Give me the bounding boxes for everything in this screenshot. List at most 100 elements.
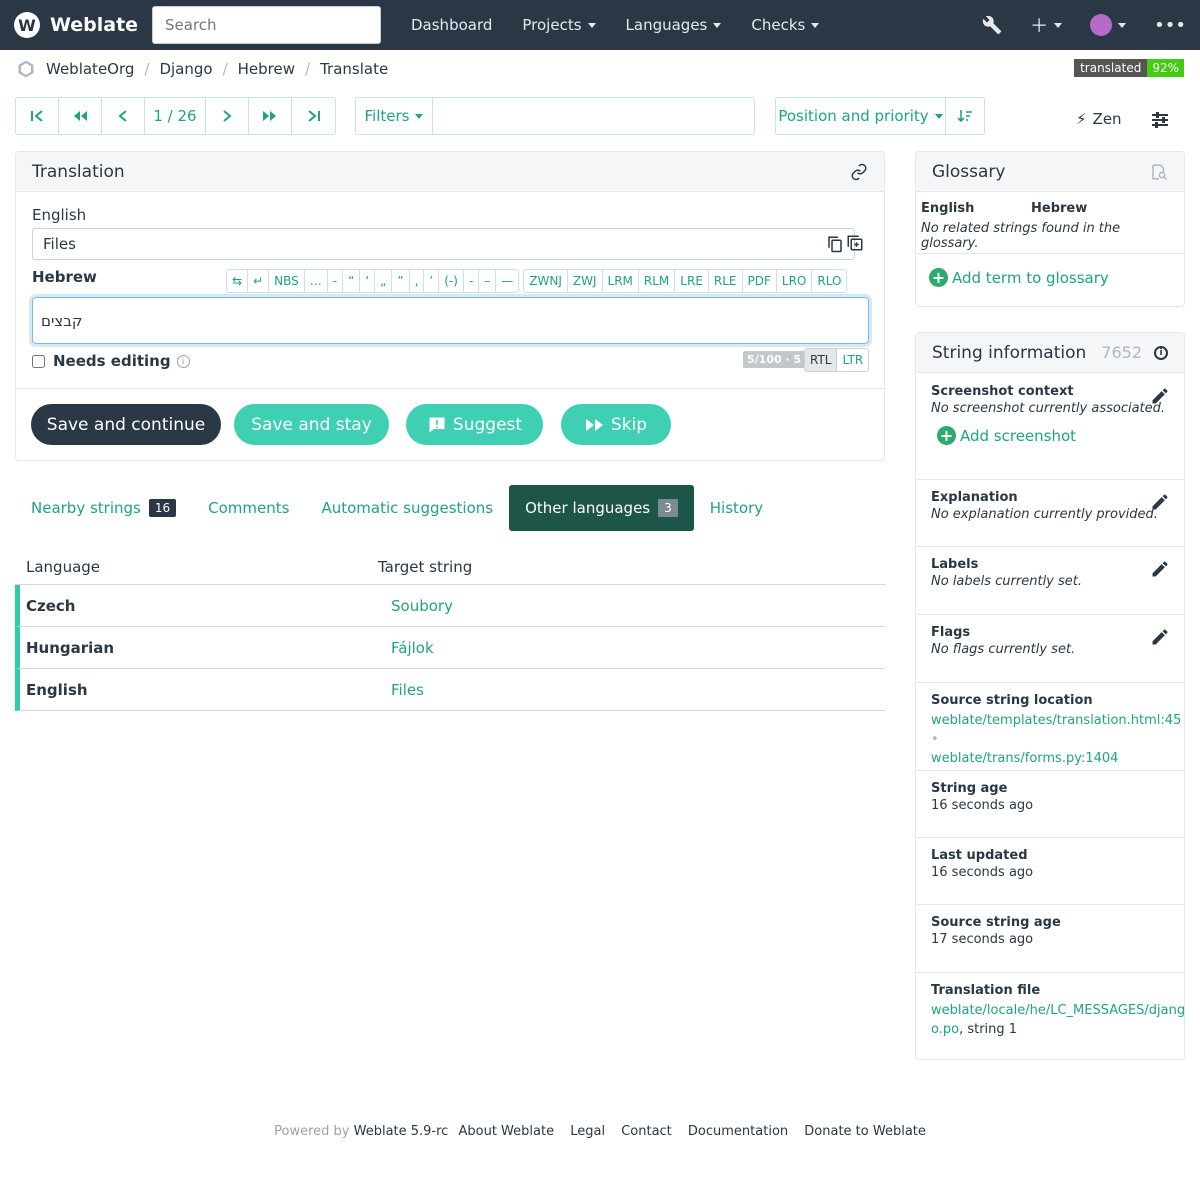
- tab-automatic-suggestions[interactable]: Automatic suggestions: [305, 485, 509, 531]
- nav-projects[interactable]: Projects: [507, 16, 610, 34]
- special-char-button[interactable]: LRO: [777, 270, 813, 292]
- special-char-button[interactable]: LRM: [603, 270, 639, 292]
- special-char-button[interactable]: …: [305, 270, 328, 292]
- glossary-search-icon[interactable]: [1150, 163, 1168, 181]
- settings-sliders-icon[interactable]: [1150, 110, 1170, 134]
- string-age-value: 16 seconds ago: [931, 798, 1034, 813]
- special-char-button[interactable]: ’: [424, 270, 440, 292]
- save-and-continue-button[interactable]: Save and continue: [31, 404, 221, 445]
- source-location-link[interactable]: weblate/templates/translation.html:45: [931, 713, 1181, 728]
- breadcrumb-org[interactable]: WeblateOrg: [46, 60, 134, 78]
- edit-screenshot-pencil-icon[interactable]: [1150, 386, 1170, 410]
- special-char-button[interactable]: ‘: [360, 270, 376, 292]
- needs-editing-checkbox[interactable]: Needs editing i: [32, 352, 190, 370]
- save-and-stay-button[interactable]: Save and stay: [234, 404, 389, 445]
- special-char-button[interactable]: LRE: [675, 270, 709, 292]
- edit-explanation-pencil-icon[interactable]: [1150, 492, 1170, 516]
- nav-checks[interactable]: Checks: [736, 16, 834, 34]
- edit-labels-pencil-icon[interactable]: [1150, 559, 1170, 583]
- add-screenshot-link[interactable]: + Add screenshot: [937, 426, 1169, 445]
- filters-dropdown[interactable]: Filters: [356, 98, 433, 134]
- special-char-button[interactable]: ZWNJ: [524, 270, 568, 292]
- footer-about-link[interactable]: About Weblate: [458, 1124, 554, 1139]
- tab-nearby-strings[interactable]: Nearby strings 16: [15, 485, 192, 531]
- avatar: [1090, 14, 1113, 36]
- previous-string-button[interactable]: [102, 98, 145, 134]
- needs-editing-input[interactable]: [32, 354, 45, 368]
- previous-page-button[interactable]: [59, 98, 102, 134]
- special-char-button[interactable]: ZWJ: [568, 270, 603, 292]
- tab-count-badge: 3: [658, 499, 678, 517]
- special-char-button[interactable]: ↵: [248, 270, 270, 292]
- user-menu[interactable]: [1090, 14, 1127, 36]
- special-char-button[interactable]: ⇆: [227, 270, 249, 292]
- rtl-button[interactable]: RTL: [805, 349, 838, 371]
- tab-history[interactable]: History: [694, 485, 779, 531]
- breadcrumb-language[interactable]: Hebrew: [238, 60, 295, 78]
- translation-textarea[interactable]: קבצים: [32, 297, 869, 344]
- add-term-to-glossary-link[interactable]: + Add term to glossary: [929, 268, 1171, 287]
- special-char-button[interactable]: RLM: [639, 270, 676, 292]
- footer-donate-link[interactable]: Donate to Weblate: [804, 1124, 926, 1139]
- tab-comments[interactable]: Comments: [192, 485, 305, 531]
- link-icon[interactable]: [850, 163, 868, 181]
- next-string-button[interactable]: [206, 98, 249, 134]
- sort-dropdown[interactable]: Position and priority: [776, 98, 946, 134]
- footer-documentation-link[interactable]: Documentation: [688, 1124, 788, 1139]
- special-char-button[interactable]: ‚: [410, 270, 425, 292]
- special-char-button[interactable]: -: [464, 270, 480, 292]
- zen-label: Zen: [1092, 110, 1122, 128]
- row-target-link[interactable]: Fájlok: [377, 639, 434, 657]
- footer-contact-link[interactable]: Contact: [621, 1124, 672, 1139]
- clone-source-icon[interactable]: [846, 234, 864, 256]
- footer-version-link[interactable]: Weblate 5.9-rc: [354, 1124, 449, 1139]
- special-char-button[interactable]: “: [343, 270, 361, 292]
- next-page-button[interactable]: [249, 98, 292, 134]
- other-languages-table: Language Target string Czech Soubory Hun…: [15, 550, 885, 711]
- row-target-link[interactable]: Files: [377, 681, 424, 699]
- last-string-button[interactable]: [292, 98, 335, 134]
- breadcrumb-component[interactable]: Django: [159, 60, 212, 78]
- tab-other-languages[interactable]: Other languages 3: [509, 485, 694, 531]
- special-char-button[interactable]: „: [375, 270, 393, 292]
- special-char-button[interactable]: ”: [392, 270, 410, 292]
- special-char-button[interactable]: RLO: [812, 270, 846, 292]
- nav-languages[interactable]: Languages: [611, 16, 737, 34]
- zen-mode-button[interactable]: ⚡ Zen: [1076, 110, 1122, 128]
- search-input[interactable]: [152, 6, 381, 44]
- wrench-icon[interactable]: [982, 15, 1002, 35]
- special-char-button[interactable]: –: [479, 270, 497, 292]
- suggest-label: Suggest: [452, 414, 523, 435]
- more-icon[interactable]: •••: [1154, 15, 1186, 36]
- row-target-link[interactable]: Soubory: [377, 597, 453, 615]
- add-menu[interactable]: ＋: [1030, 12, 1063, 38]
- source-location-link[interactable]: weblate/trans/forms.py:1404: [931, 751, 1118, 766]
- skip-button[interactable]: Skip: [561, 404, 671, 445]
- copy-icon[interactable]: [826, 235, 844, 253]
- sort-order-button[interactable]: [946, 98, 984, 134]
- info-circle-icon[interactable]: i: [1154, 345, 1168, 360]
- special-char-button[interactable]: NBS: [269, 270, 305, 292]
- add-screenshot-label: Add screenshot: [960, 426, 1077, 445]
- first-string-button[interactable]: [16, 98, 59, 134]
- edit-flags-pencil-icon[interactable]: [1150, 627, 1170, 651]
- translation-status-badge[interactable]: translated 92%: [1074, 59, 1184, 77]
- special-char-button[interactable]: (-): [439, 270, 464, 292]
- special-char-button[interactable]: RLE: [709, 270, 743, 292]
- filter-query-input[interactable]: [433, 98, 754, 134]
- special-char-button[interactable]: -: [328, 270, 344, 292]
- suggest-button[interactable]: Suggest: [406, 404, 543, 445]
- ltr-button[interactable]: LTR: [837, 349, 868, 371]
- explanation-section: Explanation No explanation currently pro…: [916, 480, 1184, 547]
- special-characters-toolbar: ⇆ ↵ NBS… - “‘„” ‚’ (-) - – — ZWNJ ZWJ LRM RLM LRE RLE P…: [226, 269, 851, 293]
- translation-panel-header: Translation: [16, 152, 884, 192]
- special-char-button[interactable]: —: [496, 270, 518, 292]
- chevron-right-icon: [223, 110, 232, 122]
- info-icon[interactable]: i: [176, 354, 190, 368]
- last-icon: [307, 110, 320, 122]
- special-char-button[interactable]: PDF: [743, 270, 777, 292]
- nav-dashboard[interactable]: Dashboard: [396, 16, 507, 34]
- brand[interactable]: W Weblate: [14, 12, 138, 38]
- footer-legal-link[interactable]: Legal: [570, 1124, 605, 1139]
- special-characters-group: ⇆ ↵ NBS… - “‘„” ‚’ (-) - – —: [226, 269, 520, 293]
